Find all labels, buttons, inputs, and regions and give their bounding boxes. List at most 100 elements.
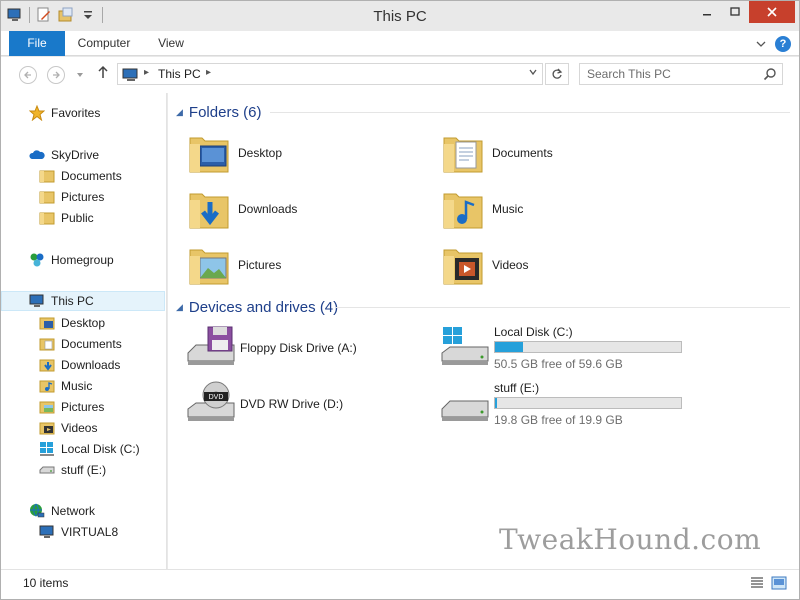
collapse-chevron-icon[interactable]: ◢: [176, 302, 183, 313]
nav-label: Network: [51, 504, 96, 518]
nav-item-virtual8[interactable]: VIRTUAL8: [1, 522, 165, 542]
content-pane: ◢ Folders (6) Desktop Documents Download…: [168, 93, 799, 569]
pictures-folder-icon: [186, 242, 232, 288]
nav-label: Public: [61, 211, 94, 225]
tab-view[interactable]: View: [149, 31, 193, 56]
group-header-folders[interactable]: ◢ Folders (6): [176, 102, 790, 122]
nav-label: Pictures: [61, 190, 105, 204]
forward-button[interactable]: [47, 66, 65, 84]
nav-label: Desktop: [61, 316, 106, 330]
breadcrumb-this-pc[interactable]: This PC: [158, 67, 201, 81]
nav-item-stuff-e[interactable]: stuff (E:): [1, 460, 165, 480]
dvd-drive-icon: DVD: [186, 381, 236, 425]
windows-drive-icon: [440, 325, 490, 369]
large-icons-view-icon[interactable]: [771, 575, 787, 591]
nav-item-music[interactable]: Music: [1, 376, 165, 396]
refresh-button[interactable]: [545, 63, 569, 85]
windows-drive-icon: [39, 441, 55, 457]
maximize-icon: [730, 7, 740, 16]
downloads-folder-icon: [39, 357, 55, 373]
nav-label: Pictures: [61, 400, 105, 414]
nav-label: Downloads: [61, 358, 121, 372]
search-input[interactable]: Search This PC: [587, 67, 671, 81]
nav-item-favorites[interactable]: Favorites: [1, 103, 165, 123]
drive-floppy-a[interactable]: Floppy Disk Drive (A:): [186, 323, 442, 373]
computer-icon: [39, 524, 55, 540]
group-header-devices[interactable]: ◢ Devices and drives (4): [176, 297, 790, 317]
folder-music[interactable]: Music: [440, 184, 680, 234]
refresh-icon: [552, 68, 563, 79]
window-controls: [693, 1, 795, 23]
nav-item-skydrive-documents[interactable]: Documents: [1, 166, 165, 186]
expand-ribbon-icon[interactable]: [753, 36, 769, 52]
nav-item-desktop[interactable]: Desktop: [1, 313, 165, 333]
nav-label: stuff (E:): [61, 463, 107, 477]
videos-folder-icon: [39, 420, 55, 436]
drive-stuff-e[interactable]: stuff (E:) 19.8 GB free of 19.9 GB: [440, 379, 696, 429]
computer-icon: [122, 67, 140, 86]
back-button[interactable]: [19, 66, 37, 84]
chevron-down-icon[interactable]: [528, 67, 538, 80]
folder-icon: [39, 210, 55, 226]
tab-computer[interactable]: Computer: [71, 31, 137, 56]
status-bar: 10 items: [1, 569, 799, 599]
details-view-icon[interactable]: [749, 575, 765, 591]
folder-name: Pictures: [238, 258, 282, 272]
downloads-folder-icon: [186, 186, 232, 232]
nav-label: Music: [61, 379, 93, 393]
drive-name: Floppy Disk Drive (A:): [240, 341, 357, 355]
drive-dvd-d[interactable]: DVD DVD RW Drive (D:): [186, 379, 442, 429]
back-arrow-icon: [24, 71, 31, 79]
nav-item-skydrive-public[interactable]: Public: [1, 208, 165, 228]
music-folder-icon: [39, 378, 55, 394]
minimize-button[interactable]: [693, 1, 721, 23]
breadcrumb-chevron-icon[interactable]: ▸: [144, 67, 149, 78]
recent-locations-icon[interactable]: [75, 69, 85, 83]
nav-label: Documents: [61, 169, 122, 183]
folder-desktop[interactable]: Desktop: [186, 128, 426, 178]
tab-file[interactable]: File: [9, 31, 65, 56]
drive-local-disk-c[interactable]: Local Disk (C:) 50.5 GB free of 59.6 GB: [440, 323, 696, 373]
nav-item-documents[interactable]: Documents: [1, 334, 165, 354]
nav-label: Favorites: [51, 106, 101, 120]
help-icon[interactable]: ?: [775, 36, 791, 52]
group-label: Folders (6): [188, 103, 262, 121]
folder-downloads[interactable]: Downloads: [186, 184, 426, 234]
nav-item-downloads[interactable]: Downloads: [1, 355, 165, 375]
close-button[interactable]: [749, 1, 795, 23]
drive-usage-bar: [494, 397, 682, 409]
folder-videos[interactable]: Videos: [440, 240, 680, 290]
music-folder-icon: [440, 186, 486, 232]
breadcrumb-chevron-icon[interactable]: ▸: [206, 67, 211, 78]
maximize-button[interactable]: [721, 1, 749, 23]
nav-item-homegroup[interactable]: Homegroup: [1, 250, 165, 270]
nav-item-network[interactable]: Network: [1, 501, 165, 521]
item-count: 10 items: [23, 576, 69, 590]
drive-usage-fill: [495, 342, 523, 352]
folder-pictures[interactable]: Pictures: [186, 240, 426, 290]
drive-icon: [440, 381, 490, 425]
folder-name: Desktop: [238, 146, 283, 160]
nav-item-pictures[interactable]: Pictures: [1, 397, 165, 417]
watermark: TweakHound.com: [499, 523, 762, 556]
up-button[interactable]: [97, 65, 109, 82]
up-arrow-icon: [98, 65, 108, 78]
nav-item-this-pc[interactable]: This PC: [1, 291, 165, 311]
search-box[interactable]: Search This PC: [579, 63, 783, 85]
nav-item-local-disk-c[interactable]: Local Disk (C:): [1, 439, 165, 459]
drive-name: Local Disk (C:): [494, 325, 573, 339]
drive-free-space: 19.8 GB free of 19.9 GB: [494, 413, 623, 427]
address-bar[interactable]: ▸ This PC ▸: [117, 63, 543, 85]
nav-item-videos[interactable]: Videos: [1, 418, 165, 438]
pictures-folder-icon: [39, 399, 55, 415]
window-title: This PC: [373, 8, 427, 25]
nav-item-skydrive-pictures[interactable]: Pictures: [1, 187, 165, 207]
folder-documents[interactable]: Documents: [440, 128, 680, 178]
drive-free-space: 50.5 GB free of 59.6 GB: [494, 357, 623, 371]
nav-item-skydrive[interactable]: SkyDrive: [1, 145, 165, 165]
drive-usage-bar: [494, 341, 682, 353]
collapse-chevron-icon[interactable]: ◢: [176, 107, 183, 118]
search-icon[interactable]: [763, 67, 777, 84]
drive-name: DVD RW Drive (D:): [240, 397, 344, 411]
desktop-folder-icon: [186, 130, 232, 176]
